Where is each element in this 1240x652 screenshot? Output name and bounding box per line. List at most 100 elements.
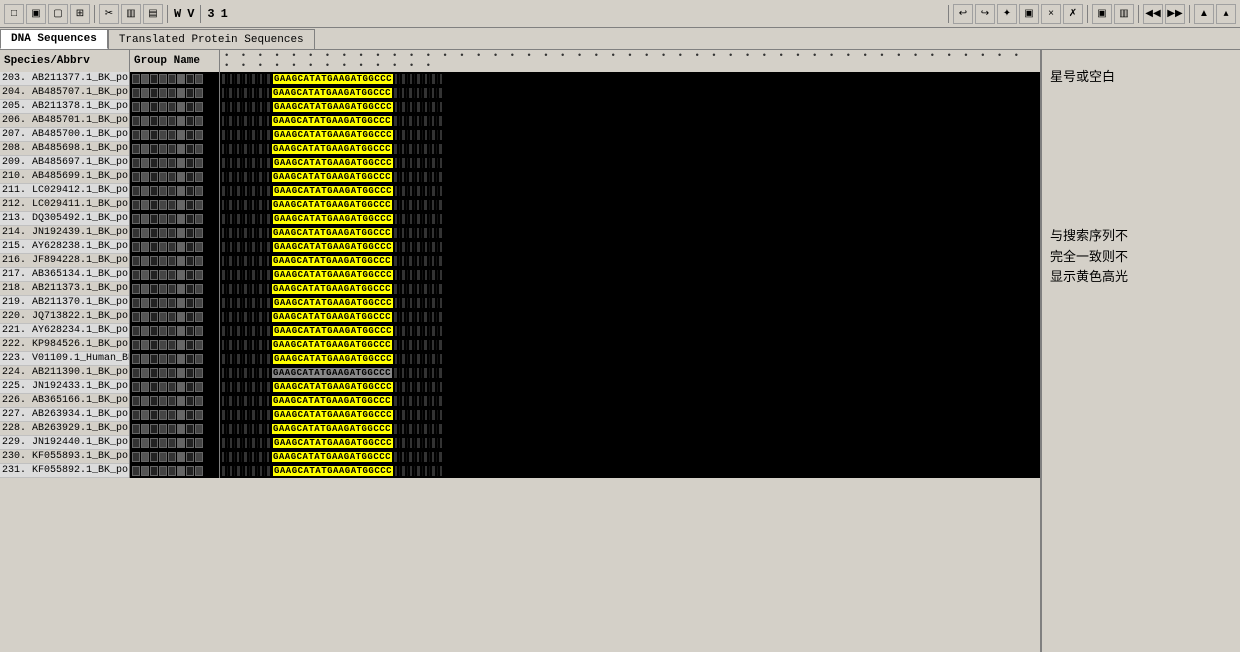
group-cell (130, 408, 220, 422)
tab-protein-sequences[interactable]: Translated Protein Sequences (108, 29, 315, 49)
toolbar-open[interactable]: ▣ (26, 4, 46, 24)
sequence-list[interactable]: 203. AB211377.1_BK_polyGAAGCATATGAAGATGG… (0, 72, 1040, 652)
table-row[interactable]: 213. DQ305492.1_BK_polGAAGCATATGAAGATGGC… (0, 212, 1040, 226)
group-cell (130, 352, 220, 366)
table-row[interactable]: 227. AB263934.1_BK_polyGAAGCATATGAAGATGG… (0, 408, 1040, 422)
toolbar-cut[interactable]: ✂ (99, 4, 119, 24)
table-row[interactable]: 207. AB485700.1_BK_polyGAAGCATATGAAGATGG… (0, 128, 1040, 142)
toolbar-forward[interactable]: ▶▶ (1165, 4, 1185, 24)
table-row[interactable]: 216. JF894228.1_BK_polyGAAGCATATGAAGATGG… (0, 254, 1040, 268)
sequence-cell: GAAGCATATGAAGATGGCCC (220, 464, 1040, 478)
toolbar-img2[interactable]: ▥ (1114, 4, 1134, 24)
species-cell: 214. JN192439.1_BK_poly (0, 226, 130, 240)
group-cell (130, 254, 220, 268)
toolbar-x[interactable]: × (1041, 4, 1061, 24)
sequence-cell: GAAGCATATGAAGATGGCCC (220, 86, 1040, 100)
table-row[interactable]: 218. AB211373.1_BK_polyGAAGCATATGAAGATGG… (0, 282, 1040, 296)
group-cell (130, 240, 220, 254)
group-cell (130, 128, 220, 142)
group-cell (130, 366, 220, 380)
table-row[interactable]: 223. V01109.1_Human_BKGAAGCATATGAAGATGGC… (0, 352, 1040, 366)
table-row[interactable]: 210. AB485699.1_BK_poly GAAGCATATGAAGATGG… (0, 170, 1040, 184)
group-cell (130, 142, 220, 156)
table-row[interactable]: 217. AB365134.1_BK_polyGAAGCATATGAAGATGG… (0, 268, 1040, 282)
table-row[interactable]: 208. AB485698.1_BK_polyGAAGCATATGAAGATGG… (0, 142, 1040, 156)
species-cell: 229. JN192440.1_BK_poly (0, 436, 130, 450)
sequence-cell: GAAGCATATGAAGATGGCCC (220, 422, 1040, 436)
group-cell (130, 324, 220, 338)
table-row[interactable]: 214. JN192439.1_BK_polyGAAGCATATGAAGATGG… (0, 226, 1040, 240)
sequence-cell: GAAGCATATGAAGATGGCCC (220, 450, 1040, 464)
table-row[interactable]: 212. LC029411.1_BK_polyGAAGCATATGAAGATGG… (0, 198, 1040, 212)
table-row[interactable]: 228. AB263929.1_BK_poly GAAGCATATGAAGATGG… (0, 422, 1040, 436)
sep7 (1189, 5, 1190, 23)
group-cell (130, 450, 220, 464)
toolbar-undo[interactable]: ↩ (953, 4, 973, 24)
species-cell: 206. AB485701.1_BK_poly (0, 114, 130, 128)
sequence-cell: GAAGCATATGAAGATGGCCC (220, 170, 1040, 184)
toolbar-rewind[interactable]: ◀◀ (1143, 4, 1163, 24)
table-row[interactable]: 221. AY628234.1_BK_polyGAAGCATATGAAGATGG… (0, 324, 1040, 338)
group-cell (130, 394, 220, 408)
table-row[interactable]: 220. JQ713822.1_BK_polyGAAGCATATGAAGATGG… (0, 310, 1040, 324)
table-row[interactable]: 229. JN192440.1_BK_polyGAAGCATATGAAGATGG… (0, 436, 1040, 450)
sequence-cell: GAAGCATATGAAGATGGCCC (220, 114, 1040, 128)
group-cell (130, 338, 220, 352)
table-row[interactable]: 226. AB365166.1_BK_polyGAAGCATATGAAGATGG… (0, 394, 1040, 408)
table-row[interactable]: 204. AB485707.1_BK_polyGAAGCATATGAAGATGG… (0, 86, 1040, 100)
toolbar-star[interactable]: ✦ (997, 4, 1017, 24)
tab-dna-sequences[interactable]: DNA Sequences (0, 29, 108, 49)
table-row[interactable]: 224. AB211390.1_BK_polyGAAGCATATGAAGATGG… (0, 366, 1040, 380)
table-row[interactable]: 203. AB211377.1_BK_polyGAAGCATATGAAGATGG… (0, 72, 1040, 86)
tab-bar: DNA Sequences Translated Protein Sequenc… (0, 28, 1240, 50)
table-row[interactable]: 211. LC029412.1_BK_polyGAAGCATATGAAGATGG… (0, 184, 1040, 198)
species-cell: 228. AB263929.1_BK_poly (0, 422, 130, 436)
toolbar-up[interactable]: ▲ (1194, 4, 1214, 24)
table-row[interactable]: 205. AB211378.1_BK_polyGAAGCATATGAAGATGG… (0, 100, 1040, 114)
group-cell (130, 282, 220, 296)
species-cell: 210. AB485699.1_BK_poly (0, 170, 130, 184)
table-row[interactable]: 225. JN192433.1_BK_polyGAAGCATATGAAGATGG… (0, 380, 1040, 394)
sequence-cell: GAAGCATATGAAGATGGCCC (220, 142, 1040, 156)
sep1 (94, 5, 95, 23)
table-row[interactable]: 231. KF055892.1_BK_polyGAAGCATATGAAGATGG… (0, 464, 1040, 478)
species-cell: 219. AB211370.1_BK_poly (0, 296, 130, 310)
table-row[interactable]: 230. KF055893.1_BK_polyGAAGCATATGAAGATGG… (0, 450, 1040, 464)
annotation-panel: 星号或空白 与搜索序列不 完全一致则不 显示黄色高光 (1040, 50, 1240, 652)
sequence-cell: GAAGCATATGAAGATGGCCC (220, 156, 1040, 170)
group-cell (130, 100, 220, 114)
species-cell: 209. AB485697.1_BK_poly (0, 156, 130, 170)
table-row[interactable]: 215. AY628238.1_BK_polyGAAGCATATGAAGATGG… (0, 240, 1040, 254)
toolbar-print[interactable]: ⊞ (70, 4, 90, 24)
sequence-header: Species/Abbrv Group Name • • • • • • • •… (0, 50, 1040, 72)
species-cell: 221. AY628234.1_BK_poly (0, 324, 130, 338)
sequence-cell: GAAGCATATGAAGATGGCCC (220, 352, 1040, 366)
toolbar-img1[interactable]: ▣ (1092, 4, 1112, 24)
table-row[interactable]: 209. AB485697.1_BK_poly GAAGCATATGAAGATGG… (0, 156, 1040, 170)
toolbar-save[interactable]: ▢ (48, 4, 68, 24)
toolbar-upsmall[interactable]: ▴ (1216, 4, 1236, 24)
group-cell (130, 296, 220, 310)
table-row[interactable]: 206. AB485701.1_BK_poly GAAGCATATGAAGATGG… (0, 114, 1040, 128)
table-row[interactable]: 219. AB211370.1_BK_polyGAAGCATATGAAGATGG… (0, 296, 1040, 310)
sequence-cell: GAAGCATATGAAGATGGCCC (220, 212, 1040, 226)
sep4 (948, 5, 949, 23)
group-cell (130, 170, 220, 184)
species-cell: 222. KP984526.1_BK_poly (0, 338, 130, 352)
species-column-header: Species/Abbrv (0, 50, 130, 72)
toolbar-3-label: 3 (205, 7, 216, 21)
toolbar-paste[interactable]: ▤ (143, 4, 163, 24)
toolbar-cross[interactable]: ✗ (1063, 4, 1083, 24)
table-row[interactable]: 222. KP984526.1_BK_polyGAAGCATATGAAGATGG… (0, 338, 1040, 352)
group-cell (130, 422, 220, 436)
group-cell (130, 268, 220, 282)
toolbar-redo[interactable]: ↪ (975, 4, 995, 24)
toolbar-copy[interactable]: ▥ (121, 4, 141, 24)
species-cell: 226. AB365166.1_BK_poly (0, 394, 130, 408)
sequence-panel: Species/Abbrv Group Name • • • • • • • •… (0, 50, 1040, 652)
group-cell (130, 72, 220, 86)
main-area: Species/Abbrv Group Name • • • • • • • •… (0, 50, 1240, 652)
species-cell: 218. AB211373.1_BK_poly (0, 282, 130, 296)
toolbar-new[interactable]: □ (4, 4, 24, 24)
toolbar-box[interactable]: ▣ (1019, 4, 1039, 24)
